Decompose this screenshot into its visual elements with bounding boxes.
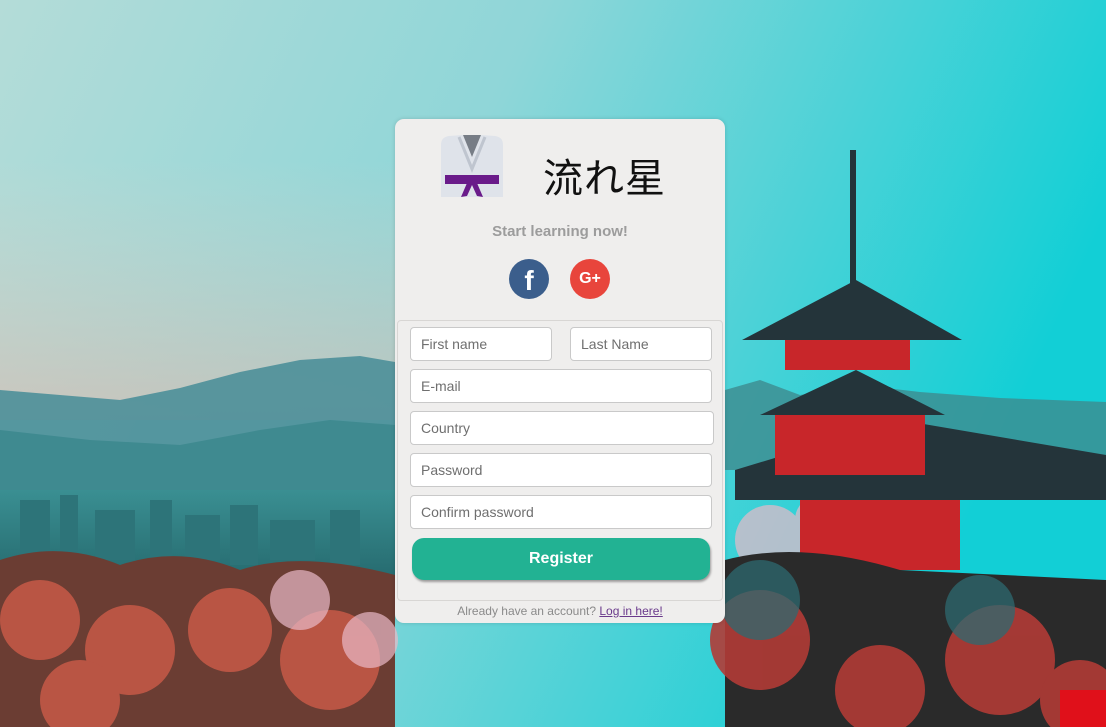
first-name-input[interactable] (410, 327, 552, 361)
facebook-login-button[interactable]: f (509, 259, 549, 299)
login-prompt: Already have an account? Log in here! (395, 604, 725, 618)
judo-gi-icon (437, 133, 507, 203)
brand-title: 流れ星 (543, 156, 666, 202)
email-input[interactable] (410, 369, 712, 403)
password-input[interactable] (410, 453, 712, 487)
registration-card: 流れ星 Start learning now! f G+ Register Al… (395, 119, 725, 623)
registration-form: Register (397, 320, 723, 601)
register-button[interactable]: Register (412, 538, 710, 580)
login-link[interactable]: Log in here! (599, 604, 662, 618)
last-name-input[interactable] (570, 327, 712, 361)
google-plus-icon: G+ (579, 270, 601, 287)
login-prompt-text: Already have an account? (457, 604, 597, 618)
country-input[interactable] (410, 411, 714, 445)
tagline: Start learning now! (492, 223, 628, 240)
google-login-button[interactable]: G+ (570, 259, 610, 299)
facebook-icon: f (524, 265, 534, 296)
confirm-password-input[interactable] (410, 495, 712, 529)
